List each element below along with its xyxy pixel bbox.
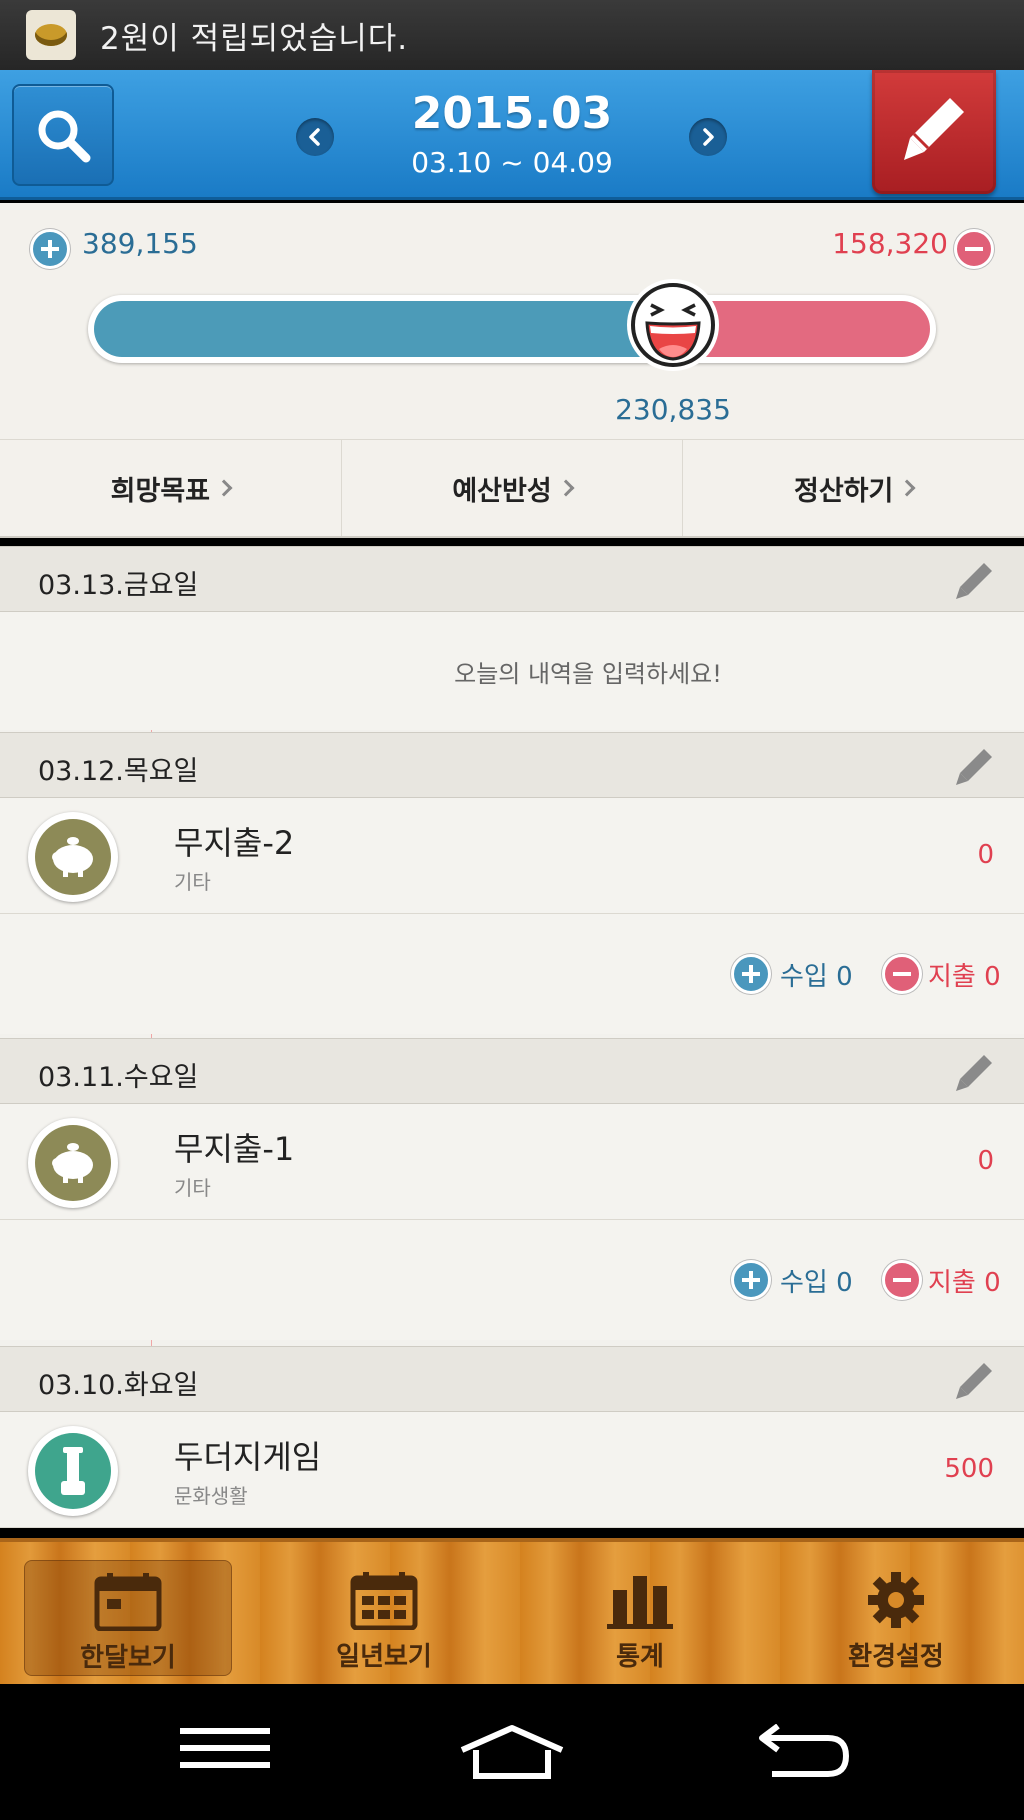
- day-header: 03.12.목요일: [0, 732, 1024, 798]
- month-range: 03.10 ~ 04.09: [411, 146, 613, 179]
- previous-month-button[interactable]: [296, 118, 334, 156]
- chevron-right-icon: [898, 479, 916, 497]
- laughing-face-icon: [627, 279, 719, 371]
- next-month-button[interactable]: [689, 118, 727, 156]
- gear-icon: [868, 1572, 924, 1628]
- settlement-label: 정산하기: [793, 475, 894, 507]
- day-header: 03.13.금요일: [0, 546, 1024, 612]
- piggy-bank-icon: [28, 1118, 118, 1208]
- expense-minus-icon[interactable]: [882, 954, 922, 994]
- write-entry-button[interactable]: [872, 70, 996, 194]
- edit-day-pencil-icon[interactable]: [954, 1361, 994, 1401]
- day-expense-total: 지출 0: [928, 962, 1001, 992]
- search-icon: [38, 110, 91, 163]
- calendar-year-icon: [350, 1572, 418, 1630]
- entry-category: 기타: [174, 870, 211, 894]
- balance-bar: [88, 295, 936, 363]
- entry-amount: 0: [977, 1146, 994, 1176]
- daily-entry-list[interactable]: 03.13.금요일 오늘의 내역을 입력하세요! 03.12.목요일 무지출-2…: [0, 546, 1024, 1528]
- hope-goal-link[interactable]: 희망목표: [0, 440, 341, 536]
- entry-title: 무지출-2: [174, 824, 295, 862]
- entry-category: 기타: [174, 1176, 211, 1200]
- menu-icon[interactable]: [180, 1724, 270, 1774]
- expense-minus-icon[interactable]: [882, 1260, 922, 1300]
- day-income-total: 수입 0: [780, 1268, 853, 1298]
- income-plus-icon[interactable]: [731, 1260, 771, 1300]
- tab-statistics[interactable]: 통계: [536, 1560, 744, 1676]
- day-date: 03.10.화요일: [38, 1370, 199, 1401]
- day-totals-row: 수입 0 지출 0: [0, 914, 1024, 1034]
- day-date: 03.11.수요일: [38, 1062, 199, 1093]
- app-header: 2015.03 03.10 ~ 04.09: [0, 70, 1024, 200]
- expense-total: 158,320: [832, 227, 948, 260]
- day-date: 03.12.목요일: [38, 756, 199, 787]
- settlement-link[interactable]: 정산하기: [682, 440, 1024, 536]
- entry-amount: 500: [944, 1454, 994, 1484]
- summary-panel: 389,155 158,320 230,835 희망목표 예산반성 정산하기: [0, 203, 1024, 538]
- tab-yearly-view[interactable]: 일년보기: [280, 1560, 488, 1676]
- expense-bar-fill: [688, 301, 930, 357]
- entry-category: 문화생활: [174, 1484, 248, 1508]
- tab-label: 통계: [616, 1642, 664, 1672]
- day-totals-row: 수입 0 지출 0: [0, 1220, 1024, 1340]
- day-expense-total: 지출 0: [928, 1268, 1001, 1298]
- chevron-right-icon: [703, 128, 714, 146]
- list-item[interactable]: 두더지게임 문화생활 500: [0, 1412, 1024, 1528]
- budget-review-label: 예산반성: [452, 475, 552, 507]
- tab-label: 한달보기: [80, 1643, 176, 1673]
- edit-day-pencil-icon[interactable]: [954, 747, 994, 787]
- list-item[interactable]: 무지출-1 기타 0: [0, 1104, 1024, 1220]
- budget-review-link[interactable]: 예산반성: [340, 440, 683, 536]
- tab-label: 일년보기: [336, 1642, 432, 1672]
- income-bar-fill: [94, 301, 688, 357]
- notification-text: 2원이 적립되었습니다.: [100, 20, 409, 57]
- chevron-left-icon: [309, 128, 320, 146]
- edit-day-pencil-icon[interactable]: [954, 1053, 994, 1093]
- tab-settings[interactable]: 환경설정: [792, 1560, 1000, 1676]
- bottom-tab-bar: 한달보기 일년보기 통계 환경설정: [0, 1538, 1024, 1684]
- search-button[interactable]: [12, 84, 114, 186]
- income-plus-icon[interactable]: [731, 954, 771, 994]
- tab-monthly-view[interactable]: 한달보기: [24, 1560, 232, 1676]
- piggy-bank-icon: [28, 812, 118, 902]
- culture-game-icon: [28, 1426, 118, 1516]
- entry-title: 두더지게임: [174, 1438, 322, 1476]
- entry-amount: 0: [977, 840, 994, 870]
- expense-minus-icon: [954, 229, 994, 269]
- calendar-month-icon: [94, 1573, 162, 1631]
- chevron-right-icon: [557, 479, 575, 497]
- month-title: 2015.03: [411, 88, 613, 139]
- back-icon[interactable]: [748, 1724, 852, 1780]
- home-icon[interactable]: [458, 1724, 566, 1780]
- day-income-total: 수입 0: [780, 962, 853, 992]
- day-header: 03.11.수요일: [0, 1038, 1024, 1104]
- tab-label: 환경설정: [848, 1642, 944, 1672]
- empty-day-message: 오늘의 내역을 입력하세요!: [454, 660, 722, 688]
- summary-links: 희망목표 예산반성 정산하기: [0, 439, 1024, 536]
- app-notification-icon: [26, 10, 76, 60]
- edit-day-pencil-icon[interactable]: [954, 561, 994, 601]
- hope-goal-label: 희망목표: [110, 475, 211, 507]
- day-header: 03.10.화요일: [0, 1346, 1024, 1412]
- list-item[interactable]: 무지출-2 기타 0: [0, 798, 1024, 914]
- entry-title: 무지출-1: [174, 1130, 295, 1168]
- empty-day-row[interactable]: 오늘의 내역을 입력하세요!: [0, 612, 1024, 730]
- system-navigation-bar: [0, 1684, 1024, 1820]
- income-plus-icon: [30, 229, 70, 269]
- balance-amount: 230,835: [615, 393, 731, 426]
- chart-bars-icon: [607, 1576, 673, 1629]
- income-total: 389,155: [82, 227, 198, 260]
- pencil-icon: [904, 98, 964, 160]
- status-bar: 2원이 적립되었습니다.: [0, 0, 1024, 70]
- day-date: 03.13.금요일: [38, 570, 199, 601]
- chevron-right-icon: [215, 479, 233, 497]
